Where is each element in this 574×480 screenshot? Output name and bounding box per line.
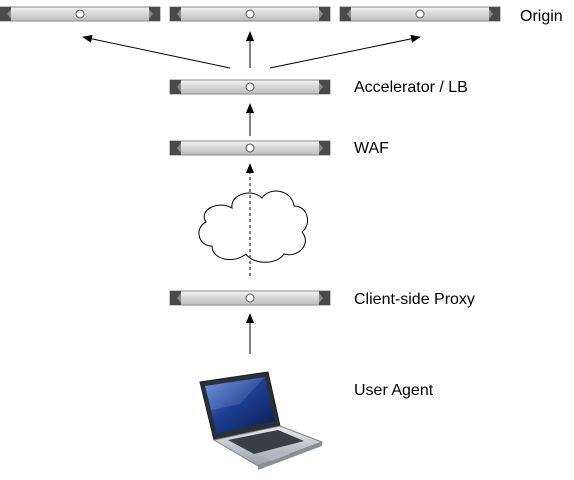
origin-label: Origin (520, 8, 563, 25)
origin-server-3 (339, 6, 501, 22)
server-rack-icon (169, 290, 331, 306)
server-rack-icon (169, 79, 331, 95)
arrow-to-origin-left (82, 34, 231, 69)
cloud-icon (198, 190, 309, 263)
network-diagram: Origin Accelerator / LB WAF Client-side … (0, 6, 563, 470)
accelerator-server (169, 79, 331, 95)
server-rack-icon (169, 6, 331, 22)
laptop-icon (199, 371, 324, 470)
user-agent-label: User Agent (354, 382, 434, 399)
origin-server-1 (0, 6, 161, 22)
waf-label: WAF (354, 140, 389, 157)
arrow-to-origin-right (269, 34, 421, 69)
server-rack-icon (339, 6, 501, 22)
origin-server-2 (169, 6, 331, 22)
server-rack-icon (0, 6, 161, 22)
accelerator-label: Accelerator / LB (354, 79, 468, 96)
waf-server (169, 140, 331, 156)
client-proxy-server (169, 290, 331, 306)
proxy-label: Client-side Proxy (354, 291, 475, 308)
server-rack-icon (169, 140, 331, 156)
